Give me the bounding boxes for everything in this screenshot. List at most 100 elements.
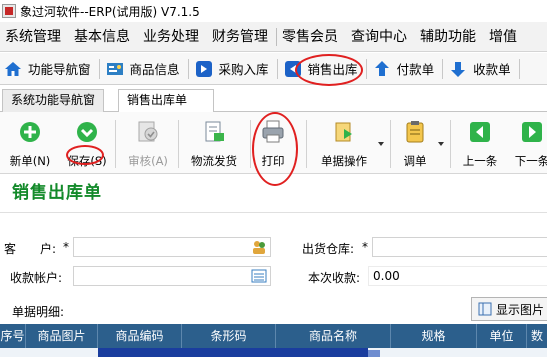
previous-record-label: 上一条 [462,154,498,168]
column-header[interactable]: 单位 [477,324,527,348]
transfer-order-label: 调单 [403,154,427,168]
nav-receipt[interactable]: 收款单 [445,55,517,83]
nav-separator [98,58,100,79]
show-image-button[interactable]: 显示图片 [471,297,547,321]
toolbar-separator [115,120,116,168]
new-button[interactable]: 新单(N) [8,118,52,170]
nav-label: 销售出库 [307,62,358,77]
toolbar-separator [306,120,307,168]
nav-function-navigator[interactable]: 功能导航窗 [0,55,97,83]
current-collect-value: 0.00 [373,269,400,283]
next-record-button[interactable]: 下一条 [512,118,547,170]
menu-basic-info[interactable]: 基本信息 [69,22,138,52]
nav-label: 功能导航窗 [28,62,91,77]
tab-strip: 系统功能导航窗 销售出库单 [0,86,547,113]
menu-business[interactable]: 业务处理 [138,22,207,52]
tab-sales-out-order[interactable]: 销售出库单 [118,89,214,113]
column-header[interactable]: 商品图片 [26,324,98,348]
chevron-down-icon[interactable] [378,142,384,146]
form-divider [0,212,547,213]
audit-label: 审核(A) [128,154,168,168]
logistics-label: 物流发货 [191,154,237,168]
next-record-label: 下一条 [514,154,547,168]
payment-icon [374,60,389,76]
add-icon [20,122,40,142]
logistics-ship-button[interactable]: 物流发货 [186,118,242,170]
required-mark: * [63,240,69,254]
sales-out-icon [284,60,301,77]
arrow-right-icon [522,122,542,142]
menu-value-added[interactable]: 增值 [484,22,525,52]
nav-separator [187,58,189,79]
printer-icon [262,120,284,143]
warehouse-field[interactable] [372,237,547,257]
nav-toolbar: 功能导航窗 商品信息 采购入库 销售出库 付款单 收款单 [0,53,547,85]
customer-label: 客 户: [4,242,57,256]
nav-separator [518,58,520,79]
menu-query-center[interactable]: 查询中心 [346,22,415,52]
nav-separator [442,58,444,79]
column-header[interactable]: 商品名称 [276,324,391,348]
column-header[interactable]: 数 [527,324,547,348]
toolbar-separator [250,120,251,168]
selected-cell[interactable] [98,348,368,357]
toolbar-separator [450,120,451,168]
print-button[interactable]: 打印 [256,118,290,170]
app-logo-icon [2,4,16,18]
show-image-label: 显示图片 [496,302,545,317]
new-label: 新单(N) [9,154,51,168]
nav-label: 付款单 [396,62,435,77]
collect-account-label: 收款帐户: [10,271,63,285]
nav-payment[interactable]: 付款单 [369,55,441,83]
warehouse-label: 出货仓库: [302,242,355,256]
nav-separator [365,58,367,79]
toolbar-separator [178,120,179,168]
title-bar: 象过河软件--ERP(试用版) V7.1.5 [0,0,547,22]
tab-system-navigator[interactable]: 系统功能导航窗 [2,89,105,112]
menu-system[interactable]: 系统管理 [0,22,69,52]
product-icon [106,62,123,75]
receipt-icon [451,61,466,77]
column-header[interactable]: 条形码 [182,324,276,348]
nav-purchase-in[interactable]: 采购入库 [191,55,275,83]
document-operations-icon [335,122,352,142]
column-header[interactable]: 商品编码 [98,324,182,348]
menu-retail-member[interactable]: 零售会员 [277,22,346,52]
save-button[interactable]: 保存(S) [64,118,110,170]
required-mark: * [362,240,368,254]
nav-sales-out[interactable]: 销售出库 [280,55,364,83]
column-header[interactable]: 规格 [391,324,477,348]
previous-record-button[interactable]: 上一条 [460,118,500,170]
window-title: 象过河软件--ERP(试用版) V7.1.5 [20,4,200,19]
selected-cell[interactable] [368,350,380,357]
print-label: 打印 [261,154,285,168]
customer-field[interactable] [73,237,271,257]
detail-grid-header: 序号 商品图片 商品编码 条形码 商品名称 规格 单位 数 [0,324,547,348]
current-collect-label: 本次收款: [308,271,361,285]
toolbar-separator [390,120,391,168]
purchase-icon [195,60,212,77]
nav-label: 采购入库 [218,62,269,77]
nav-product-info[interactable]: 商品信息 [102,55,186,83]
column-header[interactable]: 序号 [0,324,26,348]
save-label: 保存(S) [67,154,107,168]
action-toolbar: 新单(N) 保存(S) 审核(A) 物流发货 打印 单据操作 调单 上一条 下一… [0,112,547,174]
logistics-icon [205,121,224,142]
current-collect-field[interactable]: 0.00 [368,266,547,286]
form-title: 销售出库单 [12,183,102,203]
list-icon[interactable] [251,268,267,284]
nav-separator [276,58,278,79]
home-icon [5,61,21,76]
menu-finance[interactable]: 财务管理 [207,22,276,52]
table-row[interactable] [0,348,547,357]
transfer-order-button[interactable]: 调单 [398,118,432,170]
audit-button[interactable]: 审核(A) [124,118,172,170]
chevron-down-icon[interactable] [438,142,444,146]
arrow-left-icon [470,122,490,142]
collect-account-field[interactable] [73,266,271,286]
document-operations-button[interactable]: 单据操作 [316,118,372,170]
menu-bar: 系统管理 基本信息 业务处理 财务管理 零售会员 查询中心 辅助功能 增值 [0,22,547,52]
customer-lookup-icon[interactable] [251,239,267,255]
clipboard-icon [406,121,424,143]
menu-auxiliary[interactable]: 辅助功能 [415,22,484,52]
